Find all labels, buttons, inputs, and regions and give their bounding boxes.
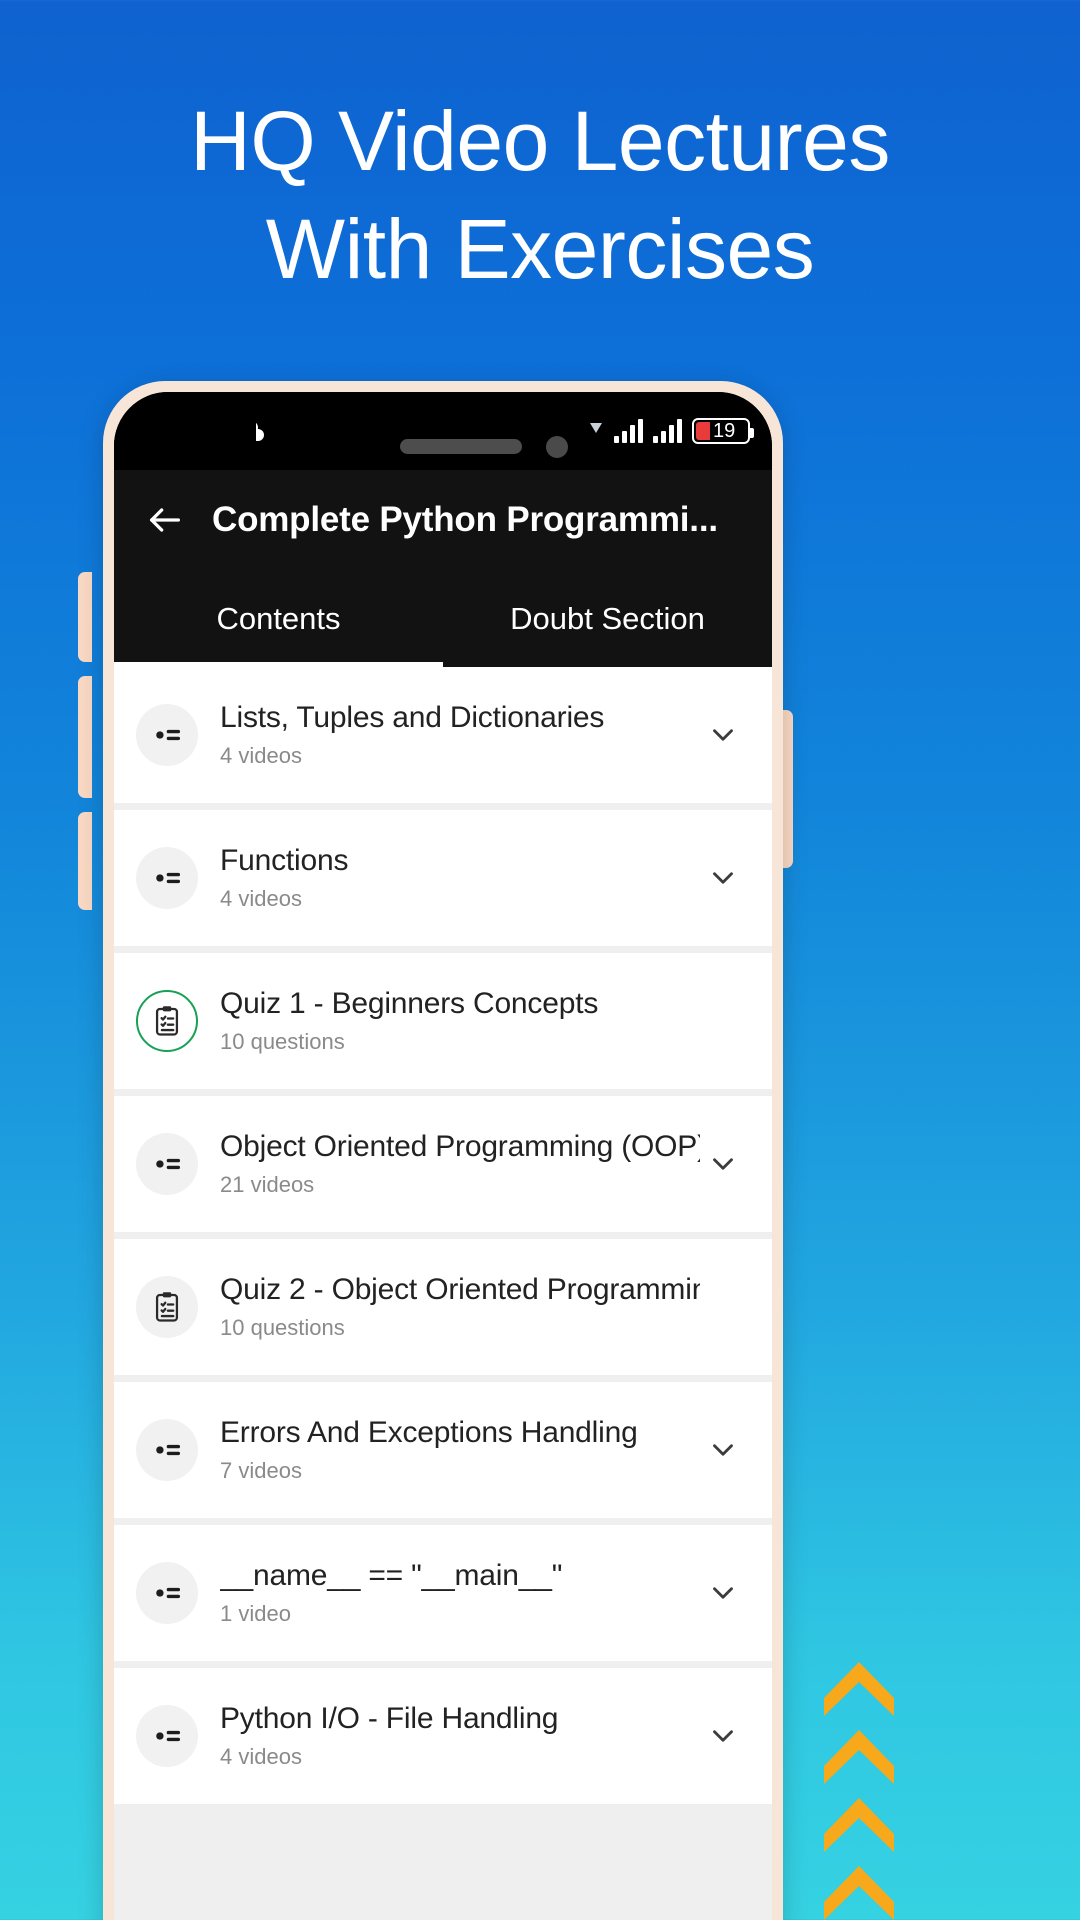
list-item-text: Lists, Tuples and Dictionaries 4 videos bbox=[220, 701, 700, 769]
battery-percent-label: 19 bbox=[713, 420, 736, 442]
list-item-title: __name__ == "__main__" bbox=[220, 1559, 563, 1592]
contents-list[interactable]: Lists, Tuples and Dictionaries 4 videos Fu… bbox=[114, 667, 772, 1920]
list-item[interactable]: Quiz 2 - Object Oriented Programming 10 q… bbox=[114, 1239, 772, 1375]
promo-headline-line-2: With Exercises bbox=[265, 201, 815, 296]
clipboard-icon bbox=[136, 1276, 198, 1338]
chevron-down-icon[interactable] bbox=[700, 1427, 746, 1473]
list-item-title: Quiz 2 - Object Oriented Programming bbox=[220, 1273, 700, 1306]
signal-bars-icon bbox=[653, 419, 682, 443]
tab-contents[interactable]: Contents bbox=[114, 570, 443, 667]
phone-volume-down-button[interactable] bbox=[78, 676, 92, 798]
list-item[interactable]: Errors And Exceptions Handling 7 videos bbox=[114, 1382, 772, 1518]
page-title: Complete Python Programmi... bbox=[212, 500, 718, 539]
list-item-subtitle: 4 videos bbox=[220, 1744, 302, 1769]
chevron-up-icon bbox=[824, 1730, 894, 1784]
tab-bar: Contents Doubt Section bbox=[114, 570, 772, 667]
clipboard-icon bbox=[136, 990, 198, 1052]
chevron-down-icon[interactable] bbox=[700, 1570, 746, 1616]
list-item-title: Errors And Exceptions Handling bbox=[220, 1416, 638, 1449]
list-item-title: Python I/O - File Handling bbox=[220, 1702, 559, 1735]
playlist-icon bbox=[136, 847, 198, 909]
chevron-down-icon[interactable] bbox=[700, 1141, 746, 1187]
phone-screen: 00:46 19 Complete Python Programmi... bbox=[114, 392, 772, 1920]
list-item-subtitle: 4 videos bbox=[220, 743, 302, 768]
list-item-text: Python I/O - File Handling 4 videos bbox=[220, 1702, 700, 1770]
playlist-icon bbox=[136, 704, 198, 766]
chevron-down-icon bbox=[700, 998, 746, 1044]
list-item-title: Object Oriented Programming (OOP) bbox=[220, 1130, 700, 1163]
chevron-decoration bbox=[820, 1658, 898, 1920]
playlist-icon bbox=[136, 1705, 198, 1767]
signal-bars-icon bbox=[614, 419, 643, 443]
list-item-title: Functions bbox=[220, 844, 349, 877]
phone-earpiece-speaker bbox=[400, 439, 522, 454]
list-item-text: Object Oriented Programming (OOP) 21 vide… bbox=[220, 1130, 700, 1198]
list-item-text: Quiz 2 - Object Oriented Programming 10 q… bbox=[220, 1273, 700, 1341]
promo-headline: HQ Video Lectures With Exercises bbox=[0, 88, 1080, 303]
list-item[interactable]: __name__ == "__main__" 1 video bbox=[114, 1525, 772, 1661]
chevron-up-icon bbox=[824, 1866, 894, 1920]
list-item-text: Errors And Exceptions Handling 7 videos bbox=[220, 1416, 700, 1484]
promo-headline-line-1: HQ Video Lectures bbox=[190, 94, 890, 188]
list-item-subtitle: 4 videos bbox=[220, 886, 302, 911]
list-item-subtitle: 21 videos bbox=[220, 1172, 315, 1197]
phone-extra-button[interactable] bbox=[78, 812, 92, 910]
chevron-down-icon[interactable] bbox=[700, 1713, 746, 1759]
phone-frame: 00:46 19 Complete Python Programmi... bbox=[103, 381, 783, 1920]
battery-indicator: 19 bbox=[692, 418, 754, 444]
app-bar: Complete Python Programmi... bbox=[114, 470, 772, 570]
vpn-icon bbox=[588, 423, 604, 439]
chevron-down-icon[interactable] bbox=[700, 855, 746, 901]
chevron-up-icon bbox=[824, 1662, 894, 1716]
playlist-icon bbox=[136, 1133, 198, 1195]
phone-volume-up-button[interactable] bbox=[78, 572, 92, 662]
playlist-icon bbox=[136, 1562, 198, 1624]
list-item[interactable]: Quiz 1 - Beginners Concepts 10 questions bbox=[114, 953, 772, 1089]
list-item[interactable]: Python I/O - File Handling 4 videos bbox=[114, 1668, 772, 1804]
list-item-title: Lists, Tuples and Dictionaries bbox=[220, 701, 605, 734]
chevron-down-icon bbox=[700, 1284, 746, 1330]
list-item[interactable]: Functions 4 videos bbox=[114, 810, 772, 946]
list-item-subtitle: 10 questions bbox=[220, 1029, 345, 1054]
list-item-title: Quiz 1 - Beginners Concepts bbox=[220, 987, 599, 1020]
list-item-text: Functions 4 videos bbox=[220, 844, 700, 912]
list-item-subtitle: 7 videos bbox=[220, 1458, 302, 1483]
list-item[interactable]: Lists, Tuples and Dictionaries 4 videos bbox=[114, 667, 772, 803]
back-arrow-icon[interactable] bbox=[138, 493, 192, 547]
list-item-subtitle: 1 video bbox=[220, 1601, 291, 1626]
list-item-text: Quiz 1 - Beginners Concepts 10 questions bbox=[220, 987, 700, 1055]
chevron-up-icon bbox=[824, 1798, 894, 1852]
tab-doubt-section[interactable]: Doubt Section bbox=[443, 570, 772, 667]
list-item-text: __name__ == "__main__" 1 video bbox=[220, 1559, 700, 1627]
phone-notch bbox=[114, 418, 256, 470]
chevron-down-icon[interactable] bbox=[700, 712, 746, 758]
list-item[interactable]: Object Oriented Programming (OOP) 21 vide… bbox=[114, 1096, 772, 1232]
list-item-subtitle: 10 questions bbox=[220, 1315, 345, 1340]
battery-fill bbox=[696, 422, 710, 440]
playlist-icon bbox=[136, 1419, 198, 1481]
phone-front-camera bbox=[546, 436, 568, 458]
